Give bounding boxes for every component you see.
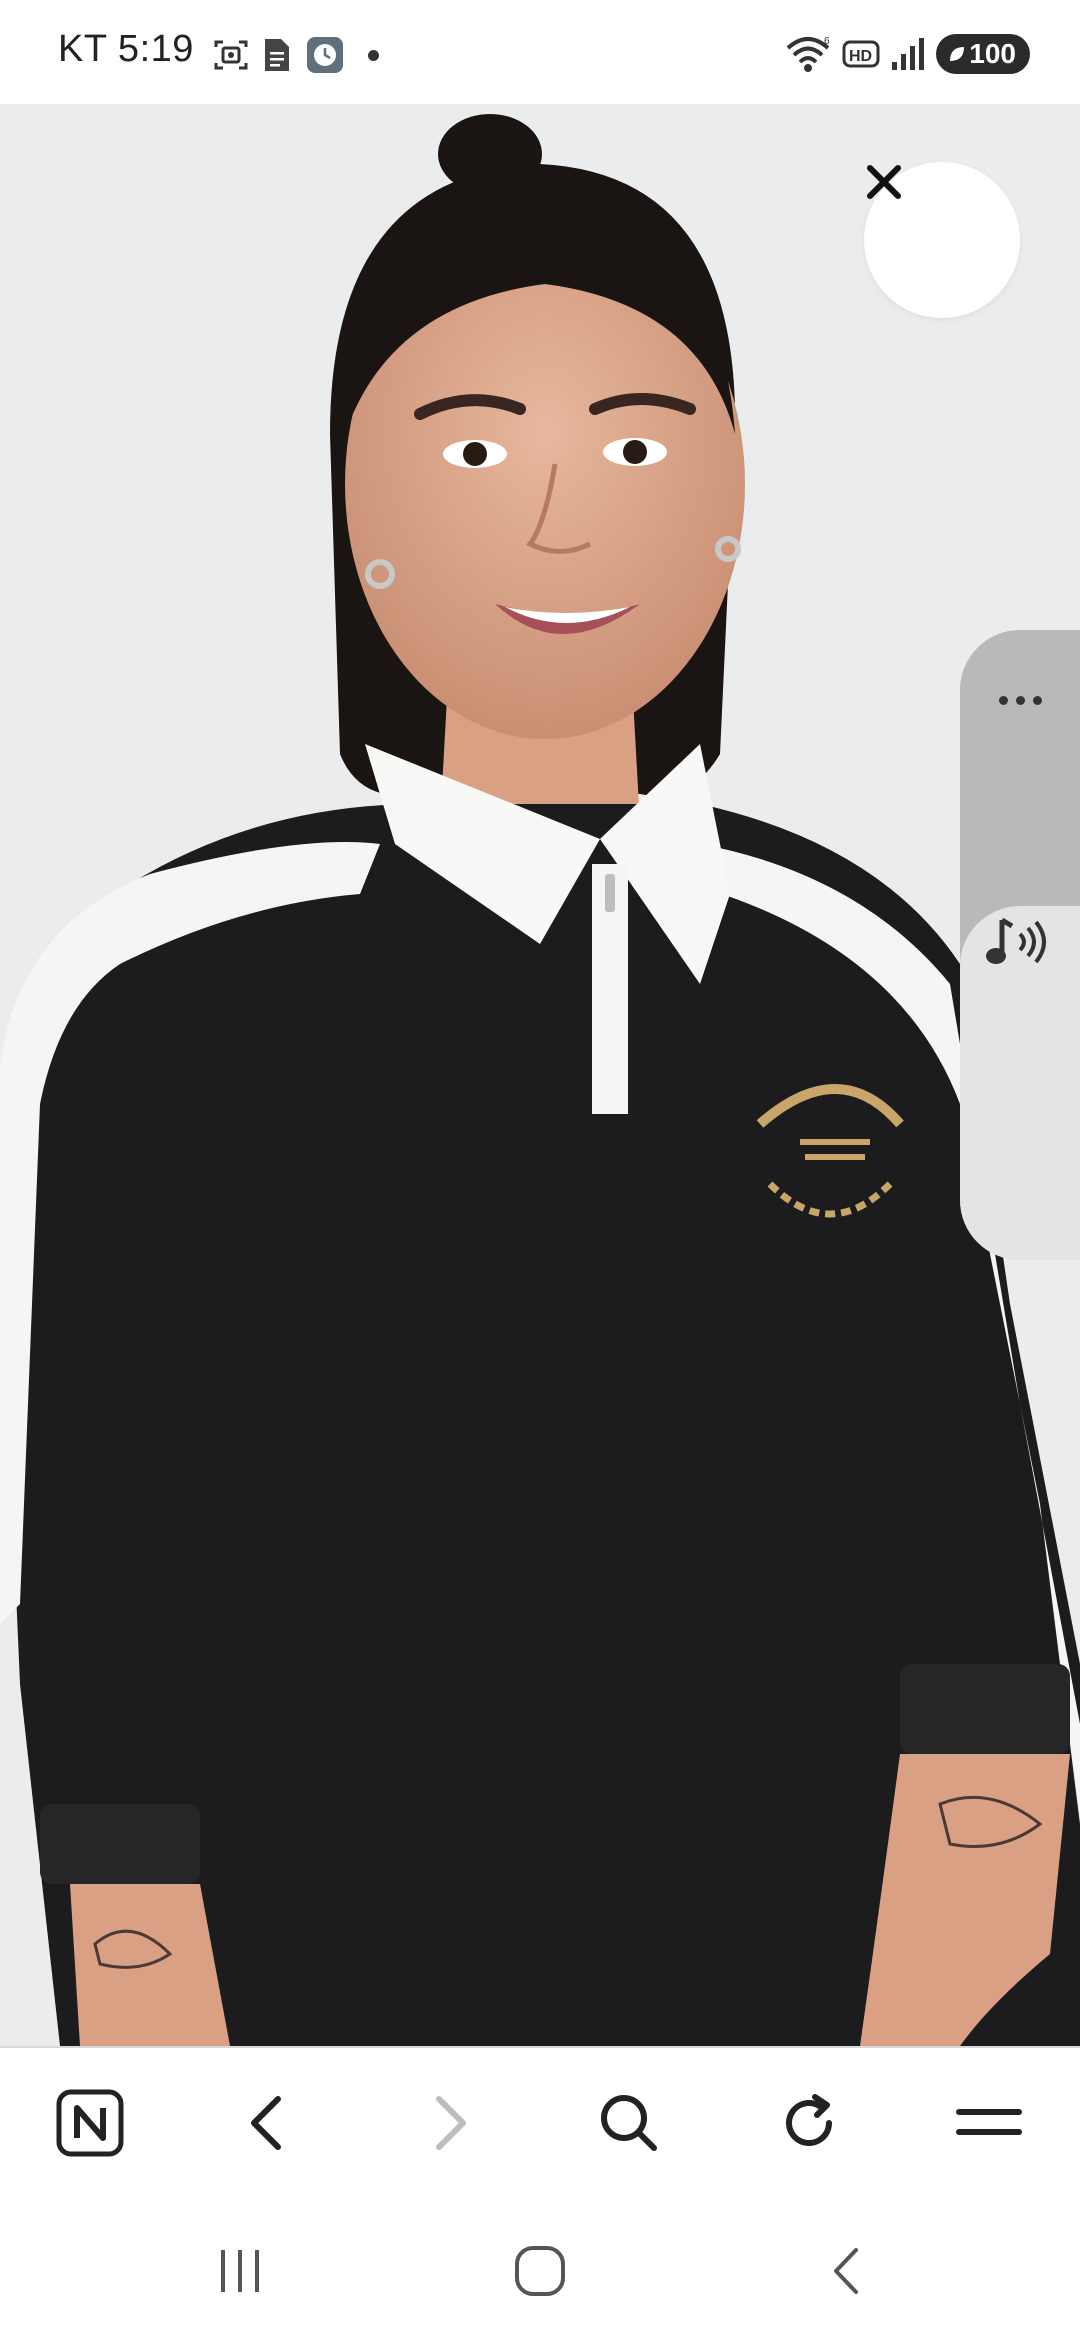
- volume-icon[interactable]: [982, 912, 1052, 972]
- power-saving-leaf-icon: [950, 47, 964, 61]
- battery-icon: 100: [936, 34, 1030, 74]
- clock-app-icon: [307, 37, 343, 73]
- refresh-button[interactable]: [764, 2078, 854, 2168]
- search-button[interactable]: [584, 2078, 674, 2168]
- naver-home-icon: [56, 2089, 124, 2157]
- more-notifications-dot: [368, 50, 379, 61]
- svg-text:HD: HD: [849, 48, 872, 65]
- naver-home-button[interactable]: [45, 2078, 135, 2168]
- close-icon: [867, 165, 901, 199]
- status-time: KT 5:19: [58, 28, 194, 70]
- status-bar: KT 5:19 6 HD 100: [0, 0, 1080, 104]
- search-icon: [601, 2095, 657, 2151]
- home-button[interactable]: [500, 2236, 580, 2306]
- more-dots-icon[interactable]: [960, 680, 1080, 720]
- model-in-sweatshirt-illustration: [0, 114, 1080, 2046]
- wifi-icon: 6: [786, 36, 830, 72]
- forward-button[interactable]: [405, 2078, 495, 2168]
- refresh-icon: [786, 2094, 832, 2146]
- recents-button[interactable]: [200, 2236, 280, 2306]
- system-back-button[interactable]: [806, 2236, 886, 2306]
- home-icon: [515, 2246, 565, 2296]
- side-panel[interactable]: [960, 630, 1080, 1260]
- screenshot-icon: [214, 40, 248, 70]
- battery-level: 100: [969, 38, 1016, 69]
- back-button[interactable]: [222, 2078, 312, 2168]
- system-navigation-bar: [0, 2196, 1080, 2340]
- signal-icon: [892, 38, 924, 70]
- document-icon: [265, 39, 289, 71]
- menu-button[interactable]: [944, 2078, 1034, 2168]
- recents-icon: [221, 2250, 259, 2292]
- back-icon: [251, 2096, 281, 2150]
- browser-toolbar: [0, 2046, 1080, 2196]
- forward-icon: [436, 2096, 466, 2150]
- menu-icon: [956, 2109, 1022, 2135]
- hd-icon: HD: [842, 40, 880, 68]
- svg-text:6: 6: [824, 36, 830, 47]
- close-button[interactable]: [864, 162, 1020, 318]
- system-back-icon: [834, 2248, 858, 2294]
- product-photo[interactable]: [0, 104, 1080, 2046]
